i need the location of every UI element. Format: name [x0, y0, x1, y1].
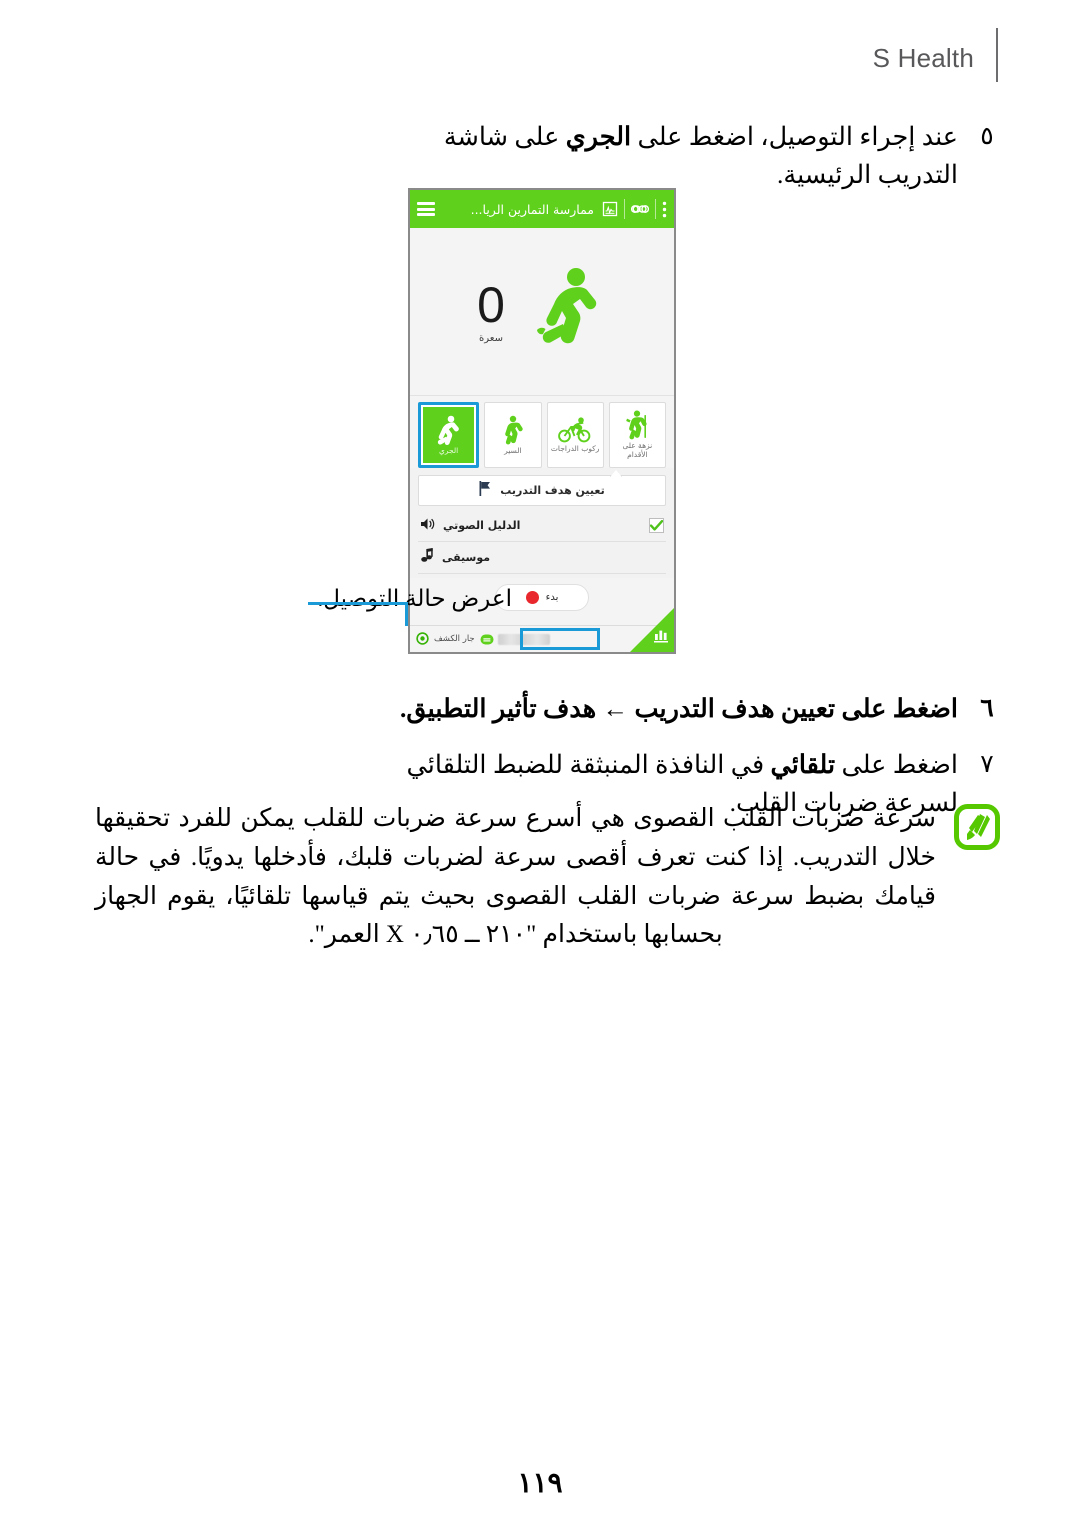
running-figure-icon — [533, 266, 607, 358]
connected-band-icon — [480, 630, 494, 649]
callout-line-vertical — [405, 602, 408, 626]
activity-tile-walking-label: السير — [504, 445, 522, 455]
activity-tile-running[interactable]: الجري — [418, 402, 480, 468]
step-6: ٦ اضغط على تعيين هدف التدريب ← هدف تأثير… — [378, 690, 998, 728]
walking-icon — [505, 415, 523, 445]
note-text: سرعة ضربات القلب القصوى هي أسرع سرعة ضرب… — [95, 805, 936, 949]
callout-label: اعرض حالة التوصيل. — [317, 586, 512, 611]
page-header: S Health — [872, 28, 998, 82]
connection-status-chip[interactable] — [480, 630, 550, 649]
samsung-note-icon — [954, 804, 1000, 850]
activity-tile-cycling-label: ركوب الدراجات — [550, 443, 600, 453]
set-training-goal-row[interactable]: تعيين هدف التدريب — [418, 470, 666, 506]
activity-tile-cycling[interactable]: ركوب الدراجات — [546, 402, 604, 468]
running-icon — [437, 415, 459, 445]
record-dot-icon — [525, 591, 539, 604]
set-training-goal-label: تعيين هدف التدريب — [500, 484, 605, 497]
voice-guide-checkbox[interactable] — [649, 518, 664, 533]
status-bar: جار الكشف — [410, 608, 674, 652]
heart-rate-chart-icon[interactable] — [602, 201, 618, 217]
step-5: ٥ عند إجراء التوصيل، اضغط على الجري على … — [398, 118, 998, 195]
header-divider — [996, 28, 998, 82]
app-bar-divider-1 — [624, 199, 625, 219]
manual-page: S Health ٥ عند إجراء التوصيل، اضغط على ا… — [0, 0, 1080, 1527]
option-music-label: موسيقى — [442, 551, 491, 564]
activity-tile-hiking-label: نزهة على الأقدام — [622, 441, 653, 459]
connection-device-name — [497, 633, 550, 645]
link-chain-icon[interactable] — [631, 203, 649, 215]
option-row-music[interactable]: موسيقى — [418, 542, 666, 574]
cycling-icon — [558, 417, 591, 443]
app-bar-title: ممارسة التمارين الريا... — [470, 201, 594, 217]
activity-tile-walking[interactable]: السير — [484, 402, 542, 468]
step-6-number: ٦ — [980, 695, 994, 722]
flag-icon — [479, 481, 492, 500]
hamburger-icon[interactable] — [417, 202, 435, 216]
page-number: ١١٩ — [517, 1468, 563, 1499]
gps-target-icon — [416, 630, 429, 649]
goal-row-notch — [610, 470, 622, 477]
bar-chart-icon[interactable] — [653, 628, 669, 647]
option-voice-guide-label: الدليل الصوتي — [443, 519, 521, 532]
music-note-icon — [420, 548, 435, 567]
calorie-value: 0 — [477, 276, 505, 333]
note-block: سرعة ضربات القلب القصوى هي أسرع سرعة ضرب… — [95, 800, 1000, 955]
step-5-number: ٥ — [980, 123, 994, 150]
activity-tile-hiking[interactable]: نزهة على الأقدام — [608, 402, 666, 468]
activity-tiles: الجري السير ركوب الدراجات نزهة على الأقد… — [410, 396, 674, 468]
calorie-display: 0 سعرة — [477, 280, 505, 344]
speaker-icon — [420, 516, 436, 535]
callout-line-horizontal — [308, 602, 408, 605]
more-vertical-icon[interactable] — [662, 201, 667, 218]
start-button-label: بدء — [545, 592, 559, 603]
gps-status-label: جار الكشف — [434, 634, 475, 644]
calorie-unit: سعرة — [479, 332, 503, 344]
step-5-text: عند إجراء التوصيل، اضغط على الجري على شا… — [443, 122, 958, 190]
app-bar: ممارسة التمارين الريا... — [410, 190, 674, 228]
option-row-voice-guide[interactable]: الدليل الصوتي — [418, 510, 666, 542]
app-bar-divider-2 — [655, 199, 656, 219]
hiking-icon — [626, 410, 647, 440]
page-title: S Health — [872, 42, 974, 73]
step-7-number: ٧ — [980, 751, 994, 778]
activity-tile-running-label: الجري — [439, 445, 459, 455]
activity-stage: 0 سعرة — [410, 228, 674, 396]
phone-screenshot: ممارسة التمارين الريا... 0 سعرة الجري ال… — [408, 188, 676, 654]
step-6-text: اضغط على تعيين هدف التدريب ← هدف تأثير ا… — [400, 694, 958, 723]
